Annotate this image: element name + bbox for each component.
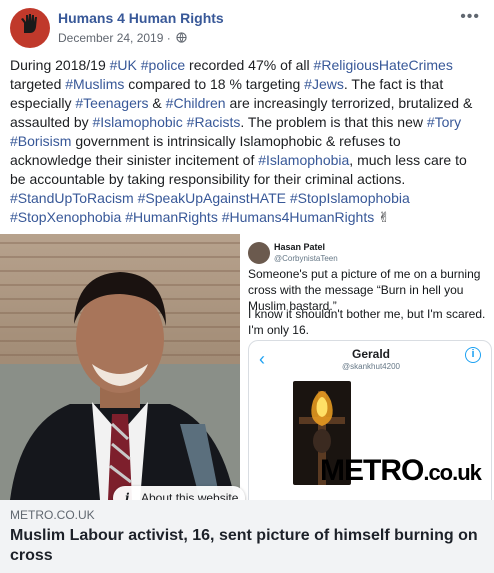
phone-profile-name: Gerald (351, 347, 390, 361)
tweet-avatar (248, 242, 270, 264)
post-text-segment: compared to 18 % targeting (124, 76, 305, 92)
link-title[interactable]: Muslim Labour activist, 16, sent picture… (10, 526, 486, 566)
hashtag-link[interactable]: #Teenagers (75, 95, 148, 111)
post-meta: December 24, 2019 · (58, 31, 187, 45)
link-preview-image[interactable]: Hasan Patel @CorbynistaTeen Someone's pu… (0, 234, 494, 500)
tweet-screenshot: Hasan Patel @CorbynistaTeen Someone's pu… (240, 234, 494, 500)
post-text-segment: During 2018/19 (10, 57, 110, 73)
hashtag-link[interactable]: #Borisism (10, 133, 71, 149)
hashtag-link[interactable]: #police (141, 57, 185, 73)
hashtag-link[interactable]: #Racists (187, 114, 241, 130)
victory-hand-emoji: ✌ (374, 209, 390, 225)
post-text-segment: recorded 47% of all (185, 57, 314, 73)
hashtag-link[interactable]: #Muslims (65, 76, 124, 92)
hashtag-link[interactable]: #Jews (304, 76, 344, 92)
post-header: Humans 4 Human Rights December 24, 2019 … (0, 0, 494, 52)
hand-logo-icon (21, 14, 37, 33)
phone-profile-handle: @skankhut4200 (342, 362, 400, 371)
hashtag-link[interactable]: #SpeakUpAgainstHATE (138, 190, 286, 206)
hashtag-link[interactable]: #HumanRights (125, 209, 218, 225)
hashtag-link[interactable]: #Children (166, 95, 226, 111)
post-text-segment: . The problem is that this new (240, 114, 427, 130)
tweet-author-handle: @CorbynistaTeen (274, 254, 338, 263)
post-text-segment: targeted (10, 76, 66, 92)
hashtag-link[interactable]: #Humans4HumanRights (222, 209, 375, 225)
info-icon: i (125, 491, 130, 500)
post-date[interactable]: December 24, 2019 (58, 31, 163, 45)
hashtag-link[interactable]: #ReligiousHateCrimes (314, 57, 453, 73)
about-website-label: About this website (141, 491, 239, 500)
hashtag-link[interactable]: #Islamophobic (93, 114, 183, 130)
hashtag-link[interactable]: #StopXenophobia (10, 209, 121, 225)
more-options-icon[interactable]: ••• (460, 8, 480, 26)
page-name-link[interactable]: Humans 4 Human Rights (58, 10, 224, 26)
globe-icon[interactable] (176, 32, 187, 43)
post-text: During 2018/19 #UK #police recorded 47% … (10, 56, 486, 227)
tweet-text-2: I know it shouldn't bother me, but I'm s… (248, 307, 486, 337)
info-icon: i (465, 347, 481, 363)
metro-logo: METRO.co.uk (320, 454, 482, 487)
hashtag-link[interactable]: #Islamophobia (258, 152, 349, 168)
post-text-segment: & (148, 95, 166, 111)
hashtag-link[interactable]: #UK (110, 57, 137, 73)
tweet-author-name: Hasan Patel (274, 242, 326, 252)
link-domain: METRO.CO.UK (10, 508, 95, 522)
person-illustration (0, 272, 240, 500)
person-photo (0, 234, 240, 500)
page-avatar[interactable] (10, 8, 50, 48)
link-preview-footer[interactable]: METRO.CO.UK Muslim Labour activist, 16, … (0, 500, 494, 573)
hashtag-link[interactable]: #StandUpToRacism (10, 190, 134, 206)
about-website-button[interactable]: i About this website (113, 486, 245, 500)
hashtag-link[interactable]: #StopIslamophobia (290, 190, 410, 206)
hashtag-link[interactable]: #Tory (427, 114, 461, 130)
